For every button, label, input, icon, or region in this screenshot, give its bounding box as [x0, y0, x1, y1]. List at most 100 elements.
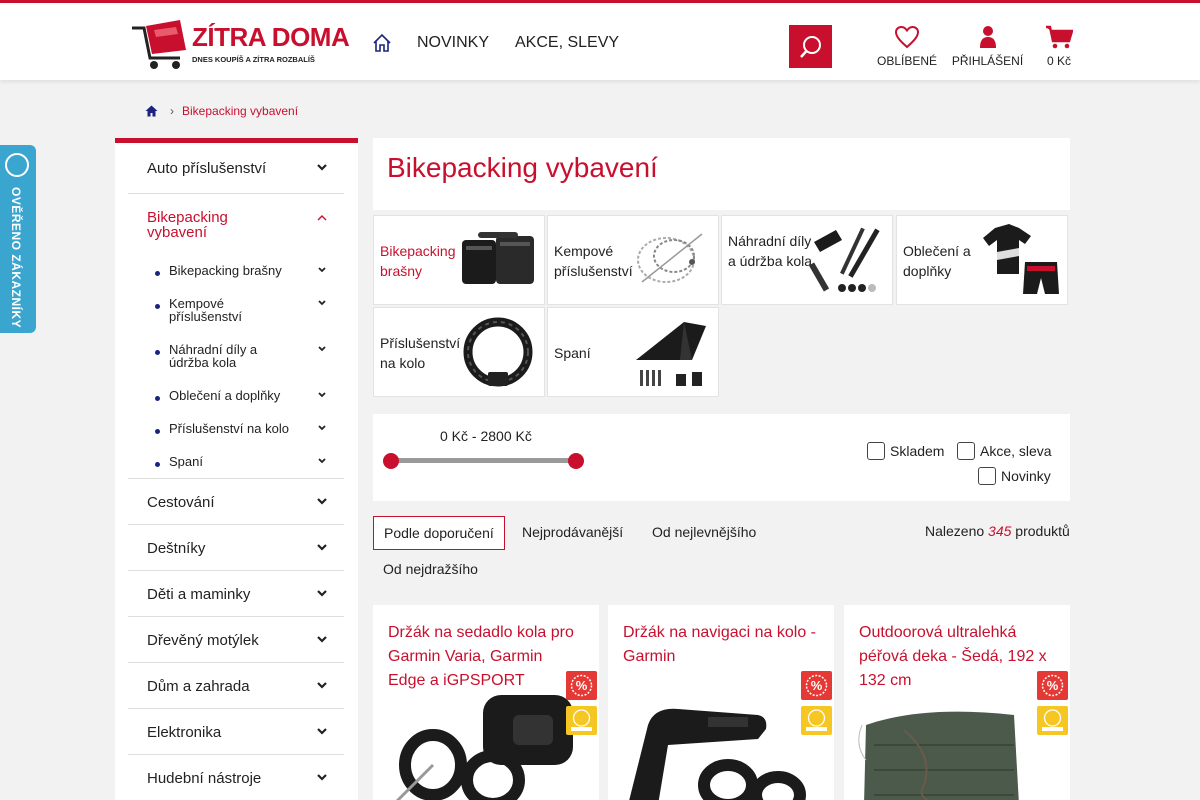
subcategory-tile-bikepacking-brasny[interactable]: Bikepacking brašny: [373, 215, 545, 305]
subcategory-tile-nahradni-dily[interactable]: Náhradní díly a údržba kola: [721, 215, 893, 305]
sidebar-subitem-label: Bikepacking brašny: [169, 263, 282, 278]
subcategory-tile-label: Bikepacking brašny: [380, 243, 456, 279]
bike-tools-image: [808, 227, 880, 292]
sidebar-subitem-spani[interactable]: Spaní: [155, 455, 335, 471]
verified-by-customers-badge[interactable]: OVĚŘENO ZÁKAZNÍKY: [0, 145, 36, 333]
filter-akce-sleva-checkbox[interactable]: Akce, sleva: [957, 442, 1052, 460]
filter-novinky-checkbox[interactable]: Novinky: [978, 467, 1051, 485]
sidebar-item-label: Hudební nástroje: [147, 770, 262, 787]
sidebar-subitem-label: Kempové příslušenství: [169, 296, 242, 324]
filter-skladem-checkbox[interactable]: Skladem: [867, 442, 944, 460]
bullet-icon: [155, 304, 160, 309]
checkbox-label: Akce, sleva: [980, 443, 1052, 459]
chevron-down-icon: [317, 636, 327, 643]
chevron-down-icon: [317, 498, 327, 505]
sidebar-item-hudebni-nastroje[interactable]: Hudební nástroje: [128, 755, 344, 800]
sidebar-item-deti-a-maminky[interactable]: Děti a maminky: [128, 571, 344, 617]
checkbox-box[interactable]: [867, 442, 885, 460]
product-card[interactable]: Outdoorová ultralehká péřová deka - Šedá…: [844, 605, 1070, 800]
cart-link[interactable]: 0 Kč: [1042, 25, 1076, 68]
sidebar-subitem-nahradni-dily[interactable]: Náhradní díly a údržba kola: [155, 343, 335, 371]
sidebar-item-label: Dům a zahrada: [147, 678, 250, 695]
price-slider-max-handle[interactable]: [568, 453, 584, 469]
bullet-icon: [155, 396, 160, 401]
product-title[interactable]: Outdoorová ultralehká péřová deka - Šedá…: [859, 621, 1055, 693]
page-title: Bikepacking vybavení: [387, 152, 658, 183]
subcategory-tile-spani[interactable]: Spaní: [547, 307, 719, 397]
login-link[interactable]: PŘIHLÁŠENÍ: [951, 25, 1024, 68]
chevron-down-icon: [318, 267, 326, 273]
subcategory-tile-prislusenstvi-na-kolo[interactable]: Příslušenství na kolo: [373, 307, 545, 397]
sort-od-nejlevnejsiho[interactable]: Od nejlevnějšího: [642, 516, 766, 548]
sidebar-item-cestovani[interactable]: Cestování: [128, 479, 344, 525]
results-count-suffix: produktů: [1015, 523, 1070, 539]
cart-icon: [1046, 25, 1073, 49]
product-card[interactable]: Držák na sedadlo kola pro Garmin Varia, …: [373, 605, 599, 800]
subcategory-tile-obleceni-a-doplnky[interactable]: Oblečení a doplňky: [896, 215, 1068, 305]
price-range-label: 0 Kč - 2800 Kč: [440, 428, 532, 444]
breadcrumb: › Bikepacking vybavení: [145, 103, 298, 119]
chevron-down-icon: [318, 300, 326, 306]
sidebar-item-elektronika[interactable]: Elektronika: [128, 709, 344, 755]
bike-lock-chain-image: [463, 317, 533, 387]
sidebar-subitem-label: Spaní: [169, 454, 203, 469]
verified-seal-icon: [1037, 706, 1068, 735]
sidebar-subitem-prislusenstvi-na-kolo[interactable]: Příslušenství na kolo: [155, 422, 335, 438]
chevron-up-icon: [317, 215, 327, 221]
bullet-icon: [155, 271, 160, 276]
filter-panel: 0 Kč - 2800 Kč Skladem Akce, sleva Novin…: [373, 414, 1070, 501]
sidebar-item-label: Deštníky: [147, 540, 206, 557]
page-title-box: Bikepacking vybavení: [373, 138, 1070, 210]
chevron-down-icon: [317, 590, 327, 597]
site-logo[interactable]: ZÍTRA DOMA DNES KOUPÍŠ A ZÍTRA ROZBALÍŠ: [130, 18, 350, 70]
sidebar-subitem-kempove-prislusenstvi[interactable]: Kempové příslušenství: [155, 297, 335, 325]
sidebar-subitem-bikepacking-brasny[interactable]: Bikepacking brašny: [155, 264, 335, 280]
chevron-down-icon: [317, 728, 327, 735]
sidebar-item-auto-prislusenstvi[interactable]: Auto příslušenství: [128, 143, 344, 194]
results-count-prefix: Nalezeno: [925, 523, 985, 539]
subcategory-tile-label: Oblečení a doplňky: [903, 243, 971, 279]
product-image-navigation-mount: [629, 708, 806, 800]
breadcrumb-current[interactable]: Bikepacking vybavení: [182, 104, 298, 118]
favorites-link[interactable]: OBLÍBENÉ: [876, 25, 938, 68]
sort-nejprodavanejsi[interactable]: Nejprodávanější: [512, 516, 633, 548]
sidebar-item-destniky[interactable]: Deštníky: [128, 525, 344, 571]
cart-total: 0 Kč: [1046, 54, 1071, 68]
bullet-icon: [155, 350, 160, 355]
verified-seal-icon: [5, 153, 29, 177]
product-title[interactable]: Držák na navigaci na kolo - Garmin: [623, 621, 819, 669]
chevron-down-icon: [317, 682, 327, 689]
breadcrumb-home-icon[interactable]: [145, 105, 158, 117]
price-slider-fill: [391, 458, 576, 463]
verified-seal-icon: [801, 706, 832, 735]
sidebar-item-dreveny-motylek[interactable]: Dřevěný motýlek: [128, 617, 344, 663]
heart-icon: [894, 25, 920, 49]
sidebar-subitem-label: Příslušenství na kolo: [169, 421, 289, 436]
nav-link-novinky[interactable]: NOVINKY: [417, 34, 489, 52]
product-image-seat-mount: [395, 695, 573, 800]
checkbox-box[interactable]: [978, 467, 996, 485]
logo-cart-icon: [132, 20, 186, 69]
checkbox-box[interactable]: [957, 442, 975, 460]
cycling-jersey-image: [983, 224, 1059, 294]
search-icon: [799, 35, 821, 58]
breadcrumb-separator-icon: ›: [170, 104, 174, 118]
sidebar-item-dum-a-zahrada[interactable]: Dům a zahrada: [128, 663, 344, 709]
product-title[interactable]: Držák na sedadlo kola pro Garmin Varia, …: [388, 621, 584, 693]
chevron-down-icon: [317, 164, 327, 171]
subcategory-tile-label: Náhradní díly a údržba kola: [728, 233, 813, 269]
product-card[interactable]: Držák na navigaci na kolo - Garmin %: [608, 605, 834, 800]
search-button[interactable]: [789, 25, 832, 68]
price-slider-min-handle[interactable]: [383, 453, 399, 469]
sidebar-subitem-obleceni-a-doplnky[interactable]: Oblečení a doplňky: [155, 389, 335, 405]
bullet-icon: [155, 429, 160, 434]
home-icon[interactable]: [372, 33, 392, 53]
sort-od-nejdrazsiho[interactable]: Od nejdražšího: [373, 553, 488, 585]
subcategory-tile-label: Kempové příslušenství: [554, 243, 633, 279]
subcategory-tile-kempove-prislusenstvi[interactable]: Kempové příslušenství: [547, 215, 719, 305]
svg-text:%: %: [576, 678, 588, 693]
nav-link-akce-slevy[interactable]: AKCE, SLEVY: [515, 34, 619, 52]
sort-podle-doporuceni[interactable]: Podle doporučení: [373, 516, 505, 550]
bike-panniers-image: [462, 232, 534, 284]
sidebar-item-label: Bikepacking vybavení: [147, 209, 228, 241]
